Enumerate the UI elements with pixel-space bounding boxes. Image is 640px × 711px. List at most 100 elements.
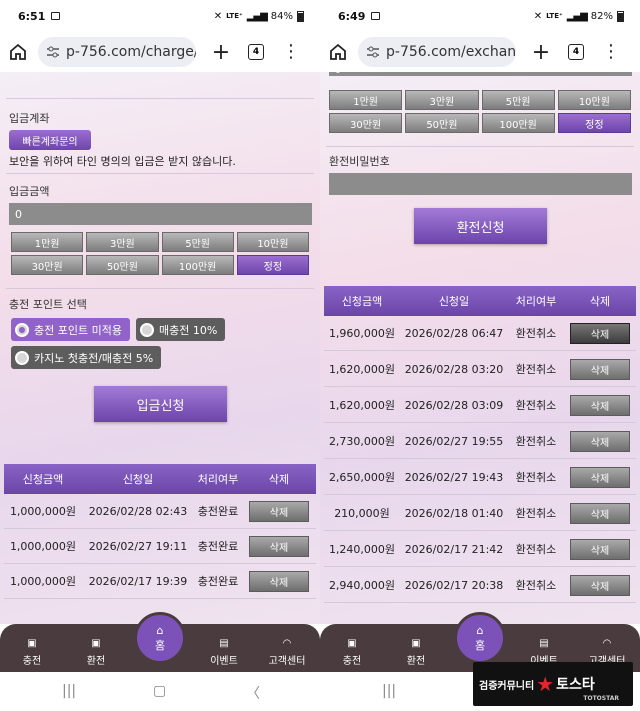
recent-apps-icon[interactable]: ||| — [62, 683, 76, 699]
option-recharge-10[interactable]: 매충전 10% — [136, 318, 226, 341]
delete-button[interactable]: 삭제 — [570, 574, 630, 596]
amount-btn-30k[interactable]: 3만원 — [405, 90, 479, 110]
row-status: 환전취소 — [515, 471, 557, 484]
watermark-logo: 검증커뮤니티 ★ 토스타 TOTOSTAR — [473, 662, 633, 706]
row-date: 2026/02/18 01:40 — [404, 506, 504, 520]
col-delete: 삭제 — [589, 295, 611, 308]
delete-button[interactable]: 삭제 — [570, 394, 630, 416]
star-icon: ★ — [536, 672, 555, 696]
option-label: 매충전 10% — [159, 323, 218, 337]
site-settings-icon[interactable] — [366, 45, 380, 59]
nav-support[interactable]: ◠ 고객센터 — [262, 638, 312, 667]
signal-icon: ▂▄▆ — [566, 10, 588, 22]
exchange-amount-input[interactable]: 0 — [329, 72, 632, 76]
amount-reset-button[interactable]: 정정 — [557, 113, 631, 133]
amount-btn-100k[interactable]: 10만원 — [236, 232, 309, 252]
lte-icon: LTE⁺ — [546, 11, 563, 20]
amount-btn-50k[interactable]: 5만원 — [161, 232, 234, 252]
amount-btn-300k[interactable]: 30만원 — [11, 255, 84, 275]
amount-btn-50k[interactable]: 5만원 — [481, 90, 555, 110]
home-icon[interactable] — [8, 42, 28, 62]
amount-btn-1m[interactable]: 100만원 — [161, 255, 234, 275]
new-tab-icon[interactable]: + — [528, 40, 554, 65]
amount-btn-1m[interactable]: 100만원 — [481, 113, 555, 133]
amount-btn-500k[interactable]: 50만원 — [86, 255, 159, 275]
mute-icon: ✕ — [533, 10, 543, 22]
row-date: 2026/02/28 03:09 — [404, 398, 504, 412]
delete-button[interactable]: 삭제 — [570, 466, 630, 488]
amount-btn-100k[interactable]: 10만원 — [557, 90, 631, 110]
row-status: 환전취소 — [515, 399, 557, 412]
nav-charge[interactable]: ▣ 충전 — [7, 638, 57, 667]
nav-exchange[interactable]: ▣ 환전 — [391, 638, 441, 667]
amount-btn-300k[interactable]: 30만원 — [329, 113, 403, 133]
recent-apps-icon[interactable]: ||| — [382, 683, 396, 699]
back-icon[interactable]: 〈 — [246, 683, 260, 703]
delete-button[interactable]: 삭제 — [570, 538, 630, 560]
battery-icon — [297, 10, 304, 22]
table-row: 2,730,000원 2026/02/27 19:55 환전취소 삭제 — [324, 424, 636, 459]
row-date: 2026/02/28 03:20 — [404, 362, 504, 376]
amount-reset-button[interactable]: 정정 — [236, 255, 309, 275]
row-status: 환전취소 — [515, 579, 557, 592]
nav-event[interactable]: ▤ 이벤트 — [199, 638, 249, 667]
exchange-icon: ▣ — [411, 638, 421, 649]
table-row: 1,620,000원 2026/02/28 03:09 환전취소 삭제 — [324, 388, 636, 423]
row-amount: 2,730,000원 — [328, 435, 396, 448]
nav-charge[interactable]: ▣ 충전 — [327, 638, 377, 667]
delete-button[interactable]: 삭제 — [249, 500, 309, 522]
exchange-password-input[interactable] — [329, 173, 632, 195]
browser-toolbar: p-756.com/charge/h + 4 ⋮ — [0, 32, 320, 72]
deposit-account-label: 입금계좌 — [9, 112, 50, 125]
option-label: 충전 포인트 미적용 — [34, 323, 122, 337]
delete-button[interactable]: 삭제 — [570, 358, 630, 380]
row-date: 2026/02/17 19:39 — [88, 574, 188, 588]
browser-toolbar: p-756.com/exchange + 4 ⋮ — [320, 32, 640, 72]
row-amount: 210,000원 — [334, 507, 390, 520]
delete-button[interactable]: 삭제 — [570, 322, 630, 344]
site-settings-icon[interactable] — [46, 45, 60, 59]
exchange-submit-button[interactable]: 환전신청 — [414, 208, 547, 244]
amount-btn-10k[interactable]: 1만원 — [11, 232, 84, 252]
status-time: 6:49 — [338, 9, 366, 23]
exchange-password-label: 환전비밀번호 — [329, 155, 390, 168]
row-date: 2026/02/27 19:55 — [404, 434, 504, 448]
row-date: 2026/02/17 21:42 — [404, 542, 504, 556]
battery-percent: 84% — [270, 10, 293, 22]
tab-switcher-icon[interactable]: 4 — [248, 44, 264, 60]
url-bar[interactable]: p-756.com/exchange — [358, 37, 516, 67]
deposit-amount-input[interactable]: 0 — [9, 203, 312, 225]
home-button-icon[interactable]: ▢ — [153, 683, 166, 699]
delete-button[interactable]: 삭제 — [249, 535, 309, 557]
delete-button[interactable]: 삭제 — [249, 570, 309, 592]
exchange-page: 0 1만원 3만원 5만원 10만원 30만원 50만원 100만원 정정 환전… — [320, 72, 640, 624]
table-row: 2,940,000원 2026/02/17 20:38 환전취소 삭제 — [324, 568, 636, 603]
option-casino-5[interactable]: 카지노 첫충전/매충전 5% — [11, 346, 162, 369]
amount-btn-500k[interactable]: 50만원 — [405, 113, 479, 133]
nav-home[interactable]: ⌂ 홈 — [134, 612, 186, 664]
amount-btn-30k[interactable]: 3만원 — [86, 232, 159, 252]
nav-exchange[interactable]: ▣ 환전 — [71, 638, 121, 667]
left-phone-screen: 6:51 ✕ LTE⁺ ▂▄▆ 84% p-756.com/charge/h +… — [0, 0, 320, 711]
col-delete: 삭제 — [268, 473, 290, 486]
col-status: 처리여부 — [515, 295, 557, 308]
headset-icon: ◠ — [282, 638, 292, 649]
amount-btn-10k[interactable]: 1만원 — [329, 90, 403, 110]
delete-button[interactable]: 삭제 — [570, 430, 630, 452]
deposit-submit-button[interactable]: 입금신청 — [94, 386, 227, 422]
gallery-notification-icon — [51, 12, 61, 20]
row-date: 2026/02/27 19:11 — [88, 539, 188, 553]
col-date: 신청일 — [122, 473, 154, 486]
delete-button[interactable]: 삭제 — [570, 502, 630, 524]
more-menu-icon[interactable]: ⋮ — [282, 43, 300, 61]
option-no-point[interactable]: 충전 포인트 미적용 — [11, 318, 130, 341]
new-tab-icon[interactable]: + — [208, 40, 234, 65]
history-table-header: 신청금액 신청일 처리여부 삭제 — [4, 464, 316, 494]
quick-account-button[interactable]: 빠른계좌문의 — [9, 130, 91, 150]
url-bar[interactable]: p-756.com/charge/h — [38, 37, 196, 67]
nav-home[interactable]: ⌂ 홈 — [454, 612, 506, 664]
more-menu-icon[interactable]: ⋮ — [602, 43, 620, 61]
right-phone-screen: 6:49 ✕ LTE⁺ ▂▄▆ 82% p-756.com/exchange +… — [320, 0, 640, 711]
home-icon[interactable] — [328, 42, 348, 62]
tab-switcher-icon[interactable]: 4 — [568, 44, 584, 60]
